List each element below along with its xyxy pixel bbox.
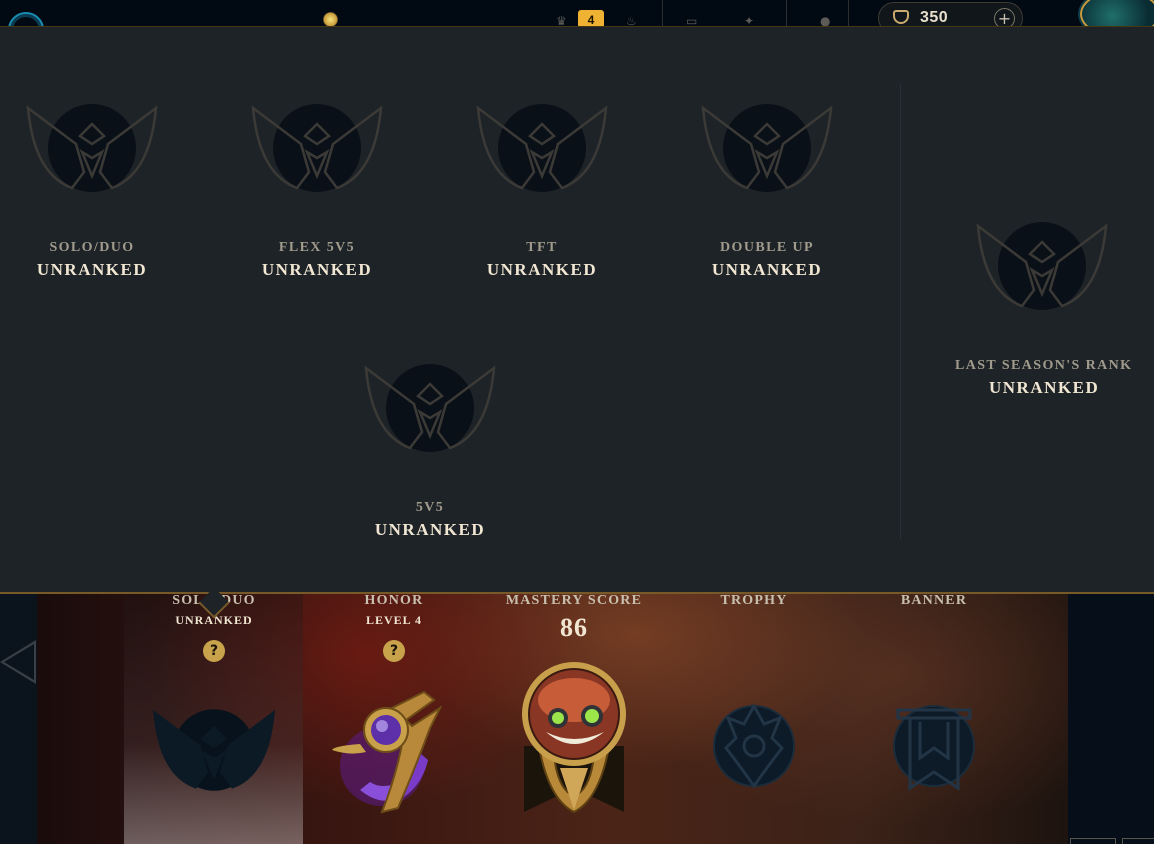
queue-name: DOUBLE UP: [720, 240, 814, 255]
queue-name: 5V5: [415, 500, 445, 515]
honor-emblem-icon: [332, 690, 442, 814]
loot-icon[interactable]: ✦: [744, 14, 758, 27]
banner-emblem-icon: [893, 705, 975, 791]
ranked-overview-popup: SOLO/DUO UNRANKED FLEX 5V5 UNRANKED TFT …: [0, 26, 1154, 619]
help-icon[interactable]: ?: [203, 640, 225, 662]
popup-divider: [900, 84, 901, 539]
rank-card-5v5[interactable]: 5V5 UNRANKED: [330, 362, 530, 540]
mastery-score: 86: [560, 613, 588, 642]
mastery-emblem-icon: [522, 662, 626, 814]
unranked-crest-icon: [476, 104, 608, 192]
unranked-crest-icon: [153, 709, 275, 791]
profile-banner[interactable]: BANNER: [844, 593, 1024, 609]
help-icon[interactable]: ?: [383, 640, 405, 662]
profile-honor[interactable]: HONOR LEVEL 4 ?: [304, 593, 484, 662]
flame-icon[interactable]: ♨: [626, 14, 640, 27]
right-side-panel: [1068, 594, 1154, 844]
trophy-label: TROPHY: [720, 593, 788, 608]
rank-card-double-up[interactable]: DOUBLE UP UNRANKED: [667, 102, 867, 280]
banner-label: BANNER: [900, 593, 968, 608]
nav-divider: [662, 0, 663, 27]
queue-tier: UNRANKED: [374, 520, 486, 539]
unranked-crest-icon: [701, 104, 833, 192]
queue-tier: UNRANKED: [989, 378, 1100, 397]
notification-glow-icon: [323, 12, 338, 27]
chest-icon[interactable]: ▭: [686, 14, 700, 27]
unranked-crest-icon: [976, 222, 1108, 310]
rank-card-solo-duo[interactable]: SOLO/DUO UNRANKED: [0, 102, 192, 280]
queue-tier: UNRANKED: [486, 260, 598, 279]
unranked-crest-icon: [251, 104, 383, 192]
nav-divider: [786, 0, 787, 27]
footer-button[interactable]: [1122, 838, 1154, 844]
honor-level: LEVEL 4: [365, 613, 423, 627]
player-avatar[interactable]: [1080, 0, 1154, 27]
home-logo-icon[interactable]: [8, 12, 44, 27]
queue-tier: UNRANKED: [36, 260, 148, 279]
queue-name: SOLO/DUO: [49, 240, 135, 255]
nav-divider: [848, 0, 849, 27]
rank-card-last-season[interactable]: LAST SEASON'S RANK UNRANKED: [917, 220, 1154, 398]
profile-mastery[interactable]: MASTERY SCORE 86: [484, 593, 664, 643]
trophy-emblem-icon: [713, 702, 795, 789]
top-navigation-bar: ♛ 4 ♨ ▭ ✦ ● 350 +: [0, 0, 1154, 27]
rank-card-tft[interactable]: TFT UNRANKED: [442, 102, 642, 280]
left-side-panel: [0, 594, 37, 844]
queue-tier: UNRANKED: [261, 260, 373, 279]
rank-card-flex[interactable]: FLEX 5V5 UNRANKED: [217, 102, 417, 280]
unranked-crest-icon: [26, 104, 158, 192]
unranked-crest-icon: [364, 364, 496, 452]
queue-name: LAST SEASON'S RANK: [955, 358, 1133, 373]
crown-icon[interactable]: ♛: [556, 14, 570, 27]
queue-name: TFT: [526, 240, 558, 255]
currency-amount: 350: [920, 9, 949, 26]
honor-label: HONOR: [364, 593, 424, 608]
store-icon[interactable]: ●: [820, 14, 834, 27]
queue-tier: UNRANKED: [711, 260, 823, 279]
queue-name: FLEX 5V5: [278, 240, 356, 255]
riot-points-icon: [893, 10, 909, 24]
footer-button[interactable]: [1070, 838, 1116, 844]
notification-count-badge: 4: [578, 10, 604, 27]
currency-wallet[interactable]: 350 +: [878, 2, 1023, 27]
mastery-label: MASTERY SCORE: [505, 593, 643, 608]
profile-trophy[interactable]: TROPHY: [664, 593, 844, 609]
add-currency-button[interactable]: +: [994, 8, 1015, 27]
